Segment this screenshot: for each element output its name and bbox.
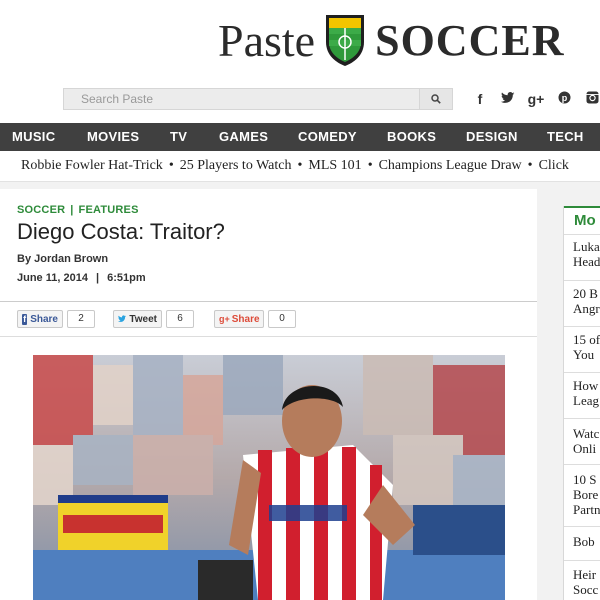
- logo-soccer-text: SOCCER: [375, 15, 565, 65]
- sidebar-heading: Mo: [564, 206, 600, 232]
- sidebar-most-popular: Mo Luka Head 20 B Angr 15 of You How Lea…: [563, 206, 600, 600]
- facebook-share-label: Share: [30, 313, 58, 325]
- nav-item-games[interactable]: GAMES: [219, 123, 268, 151]
- twitter-icon[interactable]: [494, 91, 522, 107]
- nav-item-tv[interactable]: TV: [170, 123, 187, 151]
- article: SOCCER | FEATURES Diego Costa: Traitor? By…: [0, 189, 537, 600]
- sidebar-link-line: Socc: [573, 582, 599, 597]
- facebook-icon: f: [22, 313, 28, 325]
- svg-text:p: p: [561, 93, 567, 103]
- social-links: f g+ p: [466, 88, 600, 110]
- sidebar-link[interactable]: 15 of You: [564, 326, 600, 372]
- main-nav: MUSIC MOVIES TV GAMES COMEDY BOOKS DESIG…: [0, 123, 600, 151]
- sidebar-link-line: 20 B: [573, 286, 598, 301]
- article-hero-image[interactable]: [33, 355, 505, 600]
- ticker-link[interactable]: 25 Players to Watch: [180, 158, 292, 173]
- ticker-link[interactable]: Click: [539, 158, 569, 173]
- nav-item-music[interactable]: MUSIC: [12, 123, 55, 151]
- google-plus-icon: g+: [219, 314, 230, 324]
- sidebar-link[interactable]: 20 B Angr: [564, 280, 600, 326]
- ticker-separator: •: [297, 158, 303, 173]
- sidebar-link[interactable]: Heir Socc: [564, 560, 600, 600]
- pinterest-icon[interactable]: p: [550, 91, 578, 107]
- nav-item-books[interactable]: BOOKS: [387, 123, 436, 151]
- google-plus-icon[interactable]: g+: [522, 91, 550, 107]
- article-categories: SOCCER | FEATURES: [17, 204, 139, 216]
- article-date: June 11, 2014 | 6:51pm: [17, 272, 146, 284]
- category-separator: |: [70, 204, 74, 216]
- sidebar-link-line: Watc: [573, 426, 600, 441]
- sidebar-link-line: Bob: [573, 534, 595, 549]
- nav-item-movies[interactable]: MOVIES: [87, 123, 139, 151]
- category-link-soccer[interactable]: SOCCER: [17, 204, 65, 216]
- sidebar-link-line: How: [573, 378, 599, 393]
- divider: [0, 301, 537, 302]
- sidebar-link-line: 10 S: [573, 472, 597, 487]
- instagram-icon[interactable]: [578, 91, 600, 107]
- date-text: June 11, 2014: [17, 272, 88, 284]
- sidebar-link-line: Bore: [573, 487, 599, 502]
- google-plus-share-label: Share: [231, 313, 260, 325]
- share-bar: f Share 2 Tweet 6 g+ Share 0: [0, 310, 537, 328]
- trending-ticker: Robbie Fowler Hat-Trick • 25 Players to Wa…: [0, 151, 600, 182]
- ticker-link[interactable]: Champions League Draw: [379, 158, 522, 173]
- tweet-count: 6: [166, 310, 194, 328]
- search-icon: [431, 94, 441, 104]
- sidebar-link-line: Partn: [573, 502, 600, 517]
- logo-paste-text: Paste: [218, 14, 316, 66]
- article-title: Diego Costa: Traitor?: [17, 219, 225, 244]
- google-plus-share-button[interactable]: g+ Share: [214, 310, 264, 328]
- ticker-separator: •: [168, 158, 174, 173]
- sidebar-link[interactable]: How Leag: [564, 372, 600, 418]
- sidebar-link-line: Angr: [573, 301, 600, 316]
- sidebar-link[interactable]: Watc Onli: [564, 418, 600, 468]
- article-byline[interactable]: By Jordan Brown: [17, 253, 108, 265]
- facebook-share-count: 2: [67, 310, 95, 328]
- facebook-share-button[interactable]: f Share: [17, 310, 63, 328]
- divider: [0, 336, 537, 337]
- facebook-icon[interactable]: f: [466, 91, 494, 107]
- twitter-icon: [118, 315, 127, 322]
- nav-item-comedy[interactable]: COMEDY: [298, 123, 357, 151]
- paste-soccer-logo[interactable]: Paste SOCCER: [218, 8, 564, 72]
- nav-item-design[interactable]: DESIGN: [466, 123, 518, 151]
- time-text: 6:51pm: [107, 272, 146, 284]
- site-header: Paste SOCCER f g+ p: [0, 0, 600, 123]
- sidebar-link[interactable]: Luka Head: [564, 234, 600, 274]
- sidebar-link-line: You: [573, 347, 595, 362]
- sidebar-link-line: 15 of: [573, 332, 600, 347]
- ticker-link[interactable]: Robbie Fowler Hat-Trick: [21, 158, 163, 173]
- sidebar-link-line: Luka: [573, 239, 600, 254]
- soccer-shield-icon: [326, 15, 365, 66]
- search-input[interactable]: [64, 89, 419, 109]
- sidebar-link-line: Leag: [573, 393, 599, 408]
- diego-costa-photo: [33, 355, 505, 600]
- sidebar-link[interactable]: 10 S Bore Partn: [564, 464, 600, 526]
- tweet-label: Tweet: [129, 313, 157, 325]
- ticker-separator: •: [527, 158, 533, 173]
- search-bar: [63, 88, 453, 110]
- nav-item-tech[interactable]: TECH: [547, 123, 584, 151]
- tweet-button[interactable]: Tweet: [113, 310, 162, 328]
- sidebar-link-line: Heir: [573, 567, 597, 582]
- sidebar-link-line: Onli: [573, 441, 597, 456]
- category-link-features[interactable]: FEATURES: [79, 204, 139, 216]
- date-separator: |: [96, 272, 100, 284]
- ticker-separator: •: [367, 158, 373, 173]
- search-button[interactable]: [419, 89, 452, 109]
- ticker-link[interactable]: MLS 101: [308, 158, 361, 173]
- sidebar-link[interactable]: Bob: [564, 526, 600, 560]
- sidebar-link-line: Head: [573, 254, 600, 269]
- google-plus-share-count: 0: [268, 310, 296, 328]
